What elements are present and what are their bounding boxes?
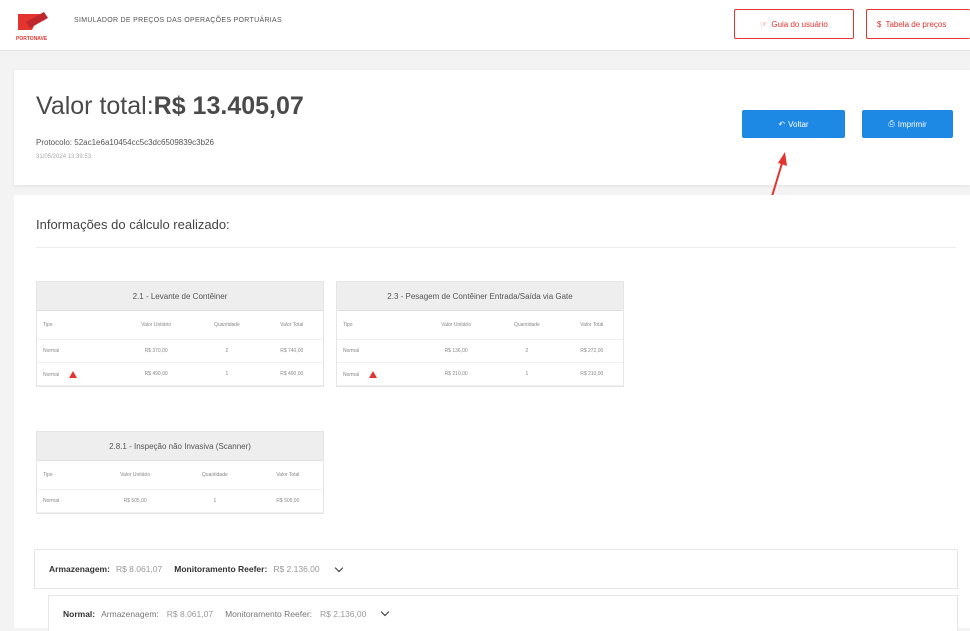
reefer-value: R$ 2.136,00	[320, 608, 367, 619]
column-header: Valor Total	[252, 461, 323, 490]
table-cell: Normal	[337, 339, 419, 363]
svg-text:PORTONAVE: PORTONAVE	[16, 36, 48, 42]
calc-card-container-weighing: 2.3 - Pesagem de Contêiner Entrada/Saída…	[336, 281, 624, 387]
table-cell: Normal	[37, 362, 119, 386]
total-value: Valor total:R$ 13.405,07	[36, 92, 304, 121]
table-cell: 1	[177, 489, 253, 513]
hand-point-icon: ☞	[760, 19, 768, 29]
column-header: Quantidade	[493, 311, 561, 340]
warning-triangle-icon[interactable]	[69, 370, 78, 378]
calc-table: Tipo Valor Unitário Quantidade Valor Tot…	[37, 461, 323, 513]
table-cell: Normal	[37, 339, 119, 363]
calc-card-title: 2.1 - Levante de Contêiner	[37, 282, 323, 311]
top-bar: PORTONAVE SIMULADOR DE PREÇOS DAS OPERAÇ…	[0, 0, 970, 51]
table-cell: 2	[193, 339, 261, 363]
table-cell: R$ 740,00	[260, 339, 323, 363]
table-header-row: Tipo Valor Unitário Quantidade Valor Tot…	[37, 461, 323, 490]
calc-card-scanner: 2.8.1 - Inspeção não Invasiva (Scanner) …	[36, 431, 324, 514]
details-heading: Informações do cálculo realizado:	[36, 217, 230, 232]
table-cell: Normal	[337, 362, 419, 386]
table-cell: R$ 490,00	[260, 362, 323, 386]
table-cell: R$ 210,00	[418, 362, 494, 386]
print-button[interactable]: ⎙ Imprimir	[862, 110, 953, 138]
column-header: Valor Total	[560, 311, 623, 340]
warning-triangle-icon[interactable]	[369, 370, 378, 378]
column-header: Quantidade	[177, 461, 253, 490]
calculation-details: Informações do cálculo realizado: 2.1 - …	[14, 195, 970, 631]
calc-card-title: 2.3 - Pesagem de Contêiner Entrada/Saída…	[337, 282, 623, 311]
calc-table: Tipo Valor Unitário Quantidade Valor Tot…	[37, 311, 323, 386]
storage-type-label: Normal:	[63, 608, 96, 619]
column-header: Quantidade	[193, 311, 261, 340]
table-cell: R$ 490,00	[118, 362, 194, 386]
total-amount: R$ 13.405,07	[153, 92, 304, 120]
row-type: Normal	[43, 371, 60, 378]
table-row: Normal R$ 210,00 1 R$ 210,00	[337, 362, 623, 386]
table-cell: 1	[493, 362, 561, 386]
row-type: Normal	[343, 371, 360, 378]
reefer-value: R$ 2.136,00	[273, 564, 320, 574]
chevron-down-icon[interactable]	[381, 607, 390, 617]
user-guide-button[interactable]: ☞ Guia do usuário	[734, 9, 854, 39]
dollar-icon: $	[877, 19, 882, 29]
storage-summary-toggle[interactable]: Armazenagem: R$ 8.061,07 Monitoramento R…	[34, 549, 958, 589]
total-label: Valor total:	[36, 92, 154, 120]
storage-normal-toggle[interactable]: Normal: Armazenagem: R$ 8.061,07 Monitor…	[48, 595, 958, 631]
table-cell: R$ 505,00	[93, 489, 178, 513]
storage-value: R$ 8.061,07	[115, 564, 163, 574]
reefer-label: Monitoramento Reefer:	[225, 608, 313, 619]
reefer-label: Monitoramento Reefer:	[174, 564, 268, 574]
column-header: Tipo	[337, 311, 419, 340]
back-label: Voltar	[788, 119, 809, 129]
column-header: Valor Total	[260, 311, 323, 340]
undo-arrow-icon: ↶	[778, 119, 786, 129]
price-table-button[interactable]: $ Tabela de preços	[866, 9, 970, 39]
calc-card-title: 2.8.1 - Inspeção não Invasiva (Scanner)	[37, 432, 323, 461]
table-row: Normal R$ 370,00 2 R$ 740,00	[37, 339, 323, 363]
column-header: Valor Unitário	[118, 311, 194, 340]
table-cell: 2	[493, 339, 561, 363]
column-header: Valor Unitário	[418, 311, 494, 340]
storage-label: Armazenagem:	[49, 564, 110, 574]
column-header: Tipo	[37, 311, 119, 340]
storage-value: R$ 8.061,07	[166, 608, 214, 619]
protocol-number: Protocolo: 52ac1e6a10454cc5c3dc6509839c3…	[36, 138, 214, 147]
chevron-down-icon[interactable]	[334, 563, 343, 572]
table-header-row: Tipo Valor Unitário Quantidade Valor Tot…	[37, 311, 323, 340]
user-guide-label: Guia do usuário	[771, 19, 828, 29]
table-header-row: Tipo Valor Unitário Quantidade Valor Tot…	[337, 311, 623, 340]
printer-icon: ⎙	[888, 119, 895, 128]
table-cell: R$ 136,00	[418, 339, 494, 363]
portonave-logo[interactable]: PORTONAVE	[14, 8, 62, 44]
column-header: Valor Unitário	[93, 461, 178, 490]
price-table-label: Tabela de preços	[885, 19, 947, 29]
calc-table: Tipo Valor Unitário Quantidade Valor Tot…	[337, 311, 623, 386]
storage-label: Armazenagem:	[101, 608, 159, 619]
table-cell: R$ 210,00	[560, 362, 623, 386]
print-label: Imprimir	[897, 119, 927, 129]
table-row: Normal R$ 505,00 1 R$ 505,00	[37, 489, 323, 513]
table-cell: R$ 370,00	[118, 339, 194, 363]
table-row: Normal R$ 490,00 1 R$ 490,00	[37, 362, 323, 386]
table-cell: R$ 505,00	[252, 489, 323, 513]
calc-card-container-lift: 2.1 - Levante de Contêiner Tipo Valor Un…	[36, 281, 324, 387]
table-row: Normal R$ 136,00 2 R$ 272,00	[337, 339, 623, 363]
calculation-date: 31/05/2024 13:39:53	[36, 154, 92, 160]
table-cell: R$ 272,00	[560, 339, 623, 363]
summary-card: Valor total:R$ 13.405,07 Protocolo: 52ac…	[14, 70, 970, 185]
table-cell: 1	[193, 362, 261, 386]
back-button[interactable]: ↶ Voltar	[742, 110, 845, 138]
table-cell: Normal	[37, 489, 94, 513]
divider	[36, 247, 956, 248]
app-title: SIMULADOR DE PREÇOS DAS OPERAÇÕES PORTUÁ…	[74, 17, 282, 24]
column-header: Tipo	[37, 461, 94, 490]
